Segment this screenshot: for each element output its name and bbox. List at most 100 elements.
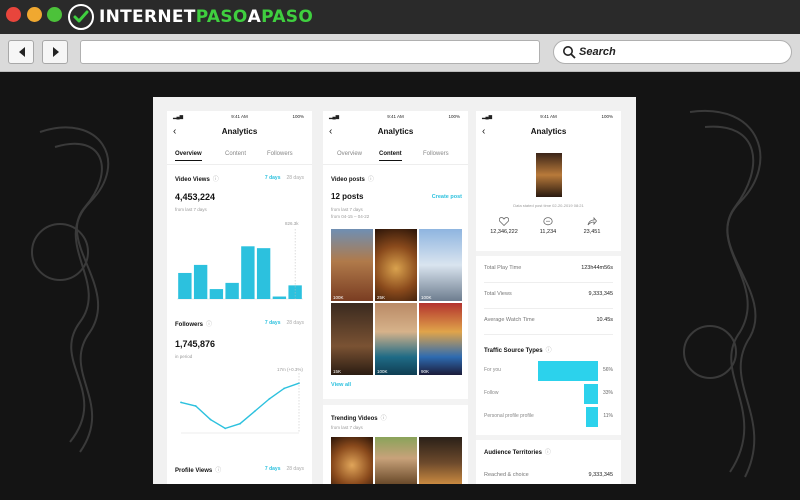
trending-thumbnail[interactable] [331,437,373,484]
traffic-row-personal-profile: Personal profile profile 11% [484,407,613,427]
video-thumbnail[interactable]: 100K [419,229,462,301]
posts-subtext: from last 7 days [331,207,363,212]
video-views-subtext: from last 7 days [175,207,207,212]
followers-label: Followers ⓘ [175,322,213,328]
range-7-days[interactable]: 7 days [265,320,281,326]
thumbnail-views: 15K [333,369,342,374]
forward-button[interactable] [42,40,68,64]
tab-overview[interactable]: Overview [337,151,362,157]
create-post-link[interactable]: Create post [432,194,462,200]
status-bar: ▂▄▆ 9:41 AM 100% [167,114,312,122]
traffic-bar [586,407,598,427]
brand-text-paso: PASO [195,7,248,27]
video-views-peak: 826.3k [285,221,299,226]
posts-count: 12 posts [331,192,364,201]
bar [178,272,192,299]
tiktok-analytics-screenshot: ▂▄▆ 9:41 AM 100% ‹ Analytics Overview Co… [153,97,636,484]
search-icon [563,46,576,59]
video-thumbnail[interactable]: 15K [331,303,373,375]
brand-text-internet: INTERNET [99,7,196,27]
post-time: Data stated post time 02-20-2019 08:21 [513,203,584,208]
tab-overview[interactable]: Overview [175,151,202,161]
minimize-window-button[interactable] [27,7,42,22]
thumbnail-views: 90K [421,369,430,374]
maximize-window-button[interactable] [47,7,62,22]
video-thumbnail[interactable]: 100K [375,303,417,375]
view-all-link[interactable]: View all [331,382,351,388]
comments-value: 11,234 [539,229,557,235]
address-bar[interactable] [80,40,540,64]
followers-line [180,382,300,430]
brand-logo-icon [68,4,94,30]
page-title: Analytics [377,127,414,136]
data-point [253,410,256,413]
info-icon: ⓘ [212,177,219,183]
video-thumbnail[interactable]: 100K [331,229,373,301]
tab-followers[interactable]: Followers [423,151,449,157]
tab-content[interactable]: Content [225,151,246,157]
info-icon: ⓘ [206,322,213,328]
range-28-days[interactable]: 28 days [286,466,304,472]
brand-text-a: A [247,7,262,27]
likes-stat: 12,346,222 [484,217,524,235]
traffic-row-for-you: For you 56% [484,361,613,381]
range-7-days[interactable]: 7 days [265,466,281,472]
range-28-days[interactable]: 28 days [286,175,304,181]
video-preview[interactable] [536,153,562,197]
video-views-range: 7 days 28 days [265,175,304,181]
info-icon: ⓘ [367,177,374,183]
audience-territories-label: Audience Territories ⓘ [484,450,551,456]
trending-thumbnail[interactable] [375,437,417,484]
tab-content[interactable]: Content [379,151,402,161]
data-point [224,427,227,430]
video-posts-label: Video posts ⓘ [331,177,374,183]
posts-range: from 04-15 – 04-22 [331,214,370,219]
data-point [194,405,197,407]
metric-value: 9,333,345 [588,291,613,297]
video-thumbnail[interactable]: 25K [375,229,417,301]
video-views-total: 4,453,224 [175,192,216,202]
section-divider [476,435,621,440]
status-bar: ▂▄▆ 9:41 AM 100% [476,114,621,122]
data-point [239,422,241,425]
status-battery: 100% [601,114,613,119]
info-icon: ⓘ [380,416,387,422]
data-point [268,397,271,400]
bar [241,246,255,299]
metric-value: 123h44m56s [581,265,613,271]
territory-row: Reached & choice 9,333,345 [484,464,613,484]
search-box[interactable]: Search [553,40,792,64]
traffic-pct: 11% [603,413,613,419]
bar [209,289,224,299]
trending-videos-label: Trending Videos ⓘ [331,416,387,422]
page-title: Analytics [530,127,567,136]
traffic-row-follow: Follow 33% [484,384,613,404]
thumbnail-views: 100K [421,295,432,300]
back-button[interactable] [8,40,34,64]
range-7-days[interactable]: 7 days [265,175,281,181]
info-icon: ⓘ [544,450,551,456]
browser-titlebar: INTERNET PASO A PASO [0,0,800,34]
range-28-days[interactable]: 28 days [286,320,304,326]
trending-thumbnail[interactable] [419,437,462,484]
metric-total-views: Total Views 9,333,345 [484,283,613,309]
traffic-key: Personal profile profile [484,413,534,419]
traffic-bar [584,384,598,404]
video-thumbnail[interactable]: 90K [419,303,462,375]
info-icon: ⓘ [215,468,222,474]
metric-total-play-time: Total Play Time 123h44m56s [484,257,613,283]
status-time: 9:41 AM [231,114,248,119]
traffic-source-label: Traffic Source Types ⓘ [484,348,552,354]
search-placeholder: Search [579,46,616,58]
metric-key: Total Views [484,291,512,297]
analytics-tabs: Overview Content Followers [167,149,312,165]
close-window-button[interactable] [6,7,21,22]
followers-peak: 17m (+0.3%) [277,367,303,372]
data-point [209,418,212,421]
tab-followers[interactable]: Followers [267,151,293,157]
data-point [283,387,286,390]
status-bar: ▂▄▆ 9:41 AM 100% [323,114,468,122]
metric-key: Total Play Time [484,265,522,271]
traffic-key: Follow [484,390,499,396]
status-time: 9:41 AM [540,114,557,119]
